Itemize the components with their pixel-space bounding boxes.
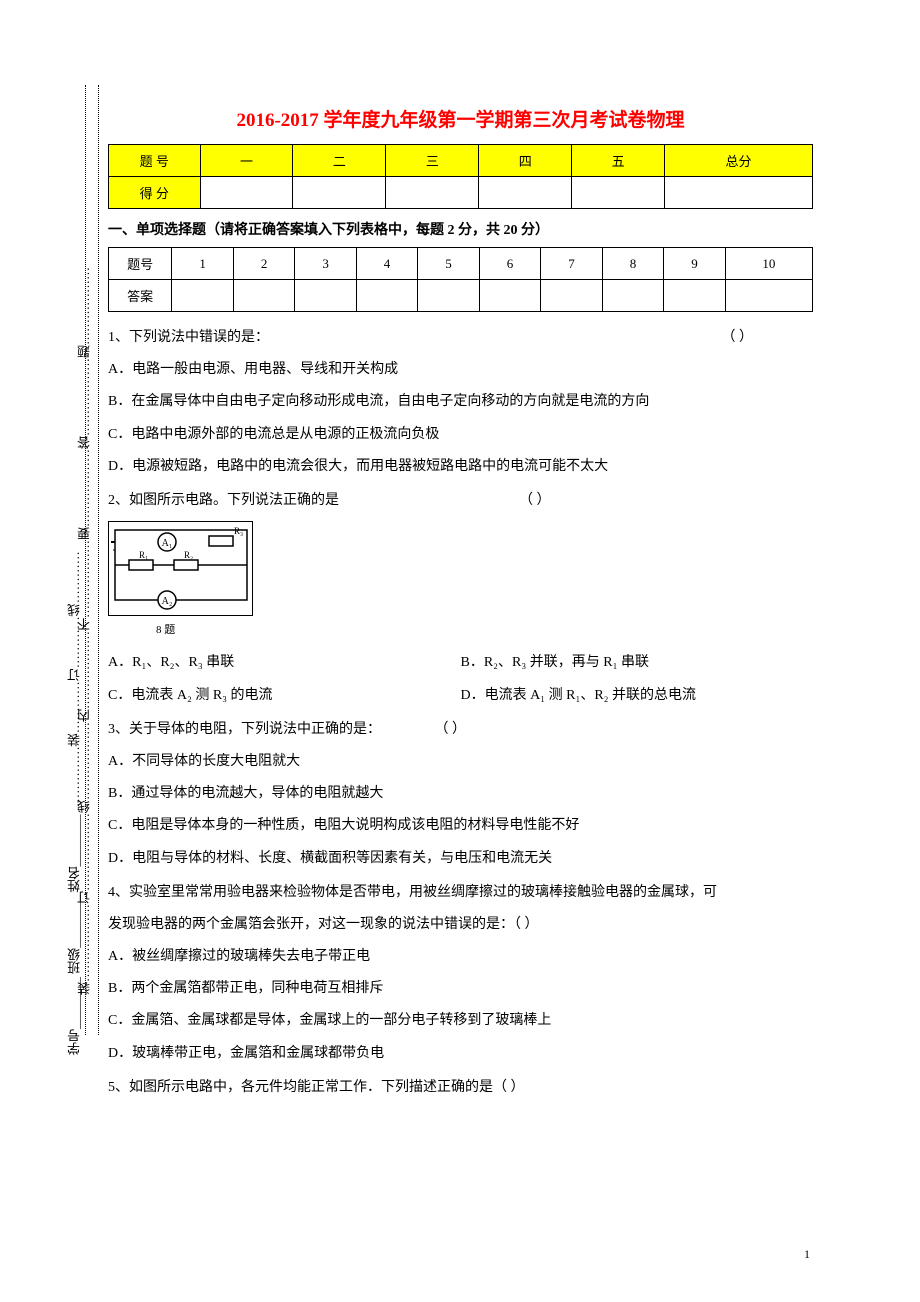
- answer-row-label: 答案: [109, 280, 172, 312]
- score-header-1: 一: [200, 145, 293, 177]
- answer-cell: [664, 280, 725, 312]
- score-row-label: 得 分: [109, 177, 201, 209]
- answer-cell: [479, 280, 540, 312]
- answer-header-4: 4: [356, 248, 417, 280]
- q2-c: C．电流表 A₂ 测 R₃ 的电流: [108, 680, 461, 712]
- q1-b: B．在金属导体中自由电子定向移动形成电流，自由电子定向移动的方向就是电流的方向: [108, 386, 813, 418]
- q2-diagram-label: 8 题: [156, 618, 813, 643]
- q1-d: D．电源被短路，电路中的电流会很大，而用电器被短路电路中的电流可能不太大: [108, 451, 813, 483]
- q4-stem: 4、实验室里常常用验电器来检验物体是否带电，用被丝绸摩擦过的玻璃棒接触验电器的金…: [108, 877, 813, 909]
- svg-text:A₁: A₁: [162, 538, 173, 549]
- q1-stem: 1、下列说法中错误的是：: [108, 322, 269, 354]
- q3: 3、关于导体的电阻，下列说法中正确的是： （ ） A．不同导体的长度大电阻就大 …: [108, 714, 813, 875]
- binding-text-inner: 学号________ 班级________ 姓名________ ……………装……: [65, 175, 84, 1055]
- answer-cell: [356, 280, 417, 312]
- score-header-3: 三: [386, 145, 479, 177]
- score-table: 题 号 一 二 三 四 五 总分 得 分: [108, 144, 813, 209]
- answer-header-7: 7: [541, 248, 602, 280]
- answer-cell: [725, 280, 812, 312]
- q4-c: C．金属箔、金属球都是导体，金属球上的一部分电子转移到了玻璃棒上: [108, 1005, 813, 1037]
- q3-d: D．电阻与导体的材料、长度、横截面积等因素有关，与电压和电流无关: [108, 843, 813, 875]
- answer-header-8: 8: [602, 248, 663, 280]
- svg-text:R₃: R₃: [234, 526, 243, 536]
- answer-table: 题号 1 2 3 4 5 6 7 8 9 10 答案: [108, 247, 813, 312]
- q1-c: C．电路中电源外部的电流总是从电源的正极流向负极: [108, 419, 813, 451]
- answer-header-label: 题号: [109, 248, 172, 280]
- score-header-4: 四: [479, 145, 572, 177]
- score-cell: [386, 177, 479, 209]
- answer-cell: [541, 280, 602, 312]
- answer-cell: [233, 280, 294, 312]
- svg-text:R₁: R₁: [139, 550, 148, 560]
- answer-cell: [602, 280, 663, 312]
- q2-paren: （ ）: [519, 485, 551, 517]
- score-cell: [479, 177, 572, 209]
- q2-b: B．R₂、R₃ 并联，再与 R₁ 串联: [461, 647, 814, 679]
- q3-stem: 3、关于导体的电阻，下列说法中正确的是：: [108, 722, 381, 737]
- q5: 5、如图所示电路中，各元件均能正常工作．下列描述正确的是（ ）: [108, 1072, 813, 1104]
- q3-b: B．通过导体的电流越大，导体的电阻就越大: [108, 778, 813, 810]
- score-header-num: 题 号: [109, 145, 201, 177]
- q2-d: D．电流表 A₁ 测 R₁、R₂ 并联的总电流: [461, 680, 814, 712]
- svg-text:A₂: A₂: [162, 596, 173, 607]
- q4: 4、实验室里常常用验电器来检验物体是否带电，用被丝绸摩擦过的玻璃棒接触验电器的金…: [108, 877, 813, 1070]
- binding-margin: 装………………订………………线………………内………………不………………要……………: [0, 85, 100, 1035]
- answer-cell: [172, 280, 233, 312]
- answer-header-5: 5: [418, 248, 479, 280]
- q4-b: B．两个金属箔都带正电，同种电荷互相排斥: [108, 973, 813, 1005]
- score-cell: [200, 177, 293, 209]
- answer-header-6: 6: [479, 248, 540, 280]
- answer-header-3: 3: [295, 248, 356, 280]
- q2-stem: 2、如图所示电路。下列说法正确的是: [108, 485, 339, 517]
- dotted-line-2: [98, 85, 99, 1035]
- score-cell: [665, 177, 813, 209]
- main-content: 2016-2017 学年度九年级第一学期第三次月考试卷物理 题 号 一 二 三 …: [108, 105, 813, 1106]
- score-header-total: 总分: [665, 145, 813, 177]
- answer-header-1: 1: [172, 248, 233, 280]
- circuit-svg: A₁ R₃ R₁ R₂ A₂: [109, 522, 254, 617]
- answer-cell: [418, 280, 479, 312]
- q3-a: A．不同导体的长度大电阻就大: [108, 746, 813, 778]
- page-number: 1: [804, 1247, 810, 1262]
- q4-stem2: 发现验电器的两个金属箔会张开，对这一现象的说法中错误的是：（ ）: [108, 909, 813, 941]
- answer-header-2: 2: [233, 248, 294, 280]
- q3-paren: （ ）: [435, 722, 467, 737]
- q5-stem: 5、如图所示电路中，各元件均能正常工作．下列描述正确的是（ ）: [108, 1072, 813, 1104]
- answer-header-10: 10: [725, 248, 812, 280]
- exam-title: 2016-2017 学年度九年级第一学期第三次月考试卷物理: [108, 105, 813, 132]
- q4-d: D．玻璃棒带正电，金属箔和金属球都带负电: [108, 1038, 813, 1070]
- answer-header-9: 9: [664, 248, 725, 280]
- svg-text:R₂: R₂: [184, 550, 193, 560]
- q1-a: A．电路一般由电源、用电器、导线和开关构成: [108, 354, 813, 386]
- q4-a: A．被丝绸摩擦过的玻璃棒失去电子带正电: [108, 941, 813, 973]
- q2: 2、如图所示电路。下列说法正确的是 （ ） A₁ R₃ R₁ R₂ A₂ 8: [108, 485, 813, 712]
- circuit-diagram: A₁ R₃ R₁ R₂ A₂: [108, 521, 253, 616]
- score-header-5: 五: [572, 145, 665, 177]
- section-1-title: 一、单项选择题（请将正确答案填入下列表格中，每题 2 分，共 20 分）: [108, 219, 813, 239]
- answer-cell: [295, 280, 356, 312]
- q3-c: C．电阻是导体本身的一种性质，电阻大说明构成该电阻的材料导电性能不好: [108, 810, 813, 842]
- q1: 1、下列说法中错误的是： （ ） A．电路一般由电源、用电器、导线和开关构成 B…: [108, 322, 813, 483]
- q2-a: A．R₁、R₂、R₃ 串联: [108, 647, 461, 679]
- q1-paren: （ ）: [722, 322, 754, 354]
- score-cell: [293, 177, 386, 209]
- score-header-2: 二: [293, 145, 386, 177]
- score-cell: [572, 177, 665, 209]
